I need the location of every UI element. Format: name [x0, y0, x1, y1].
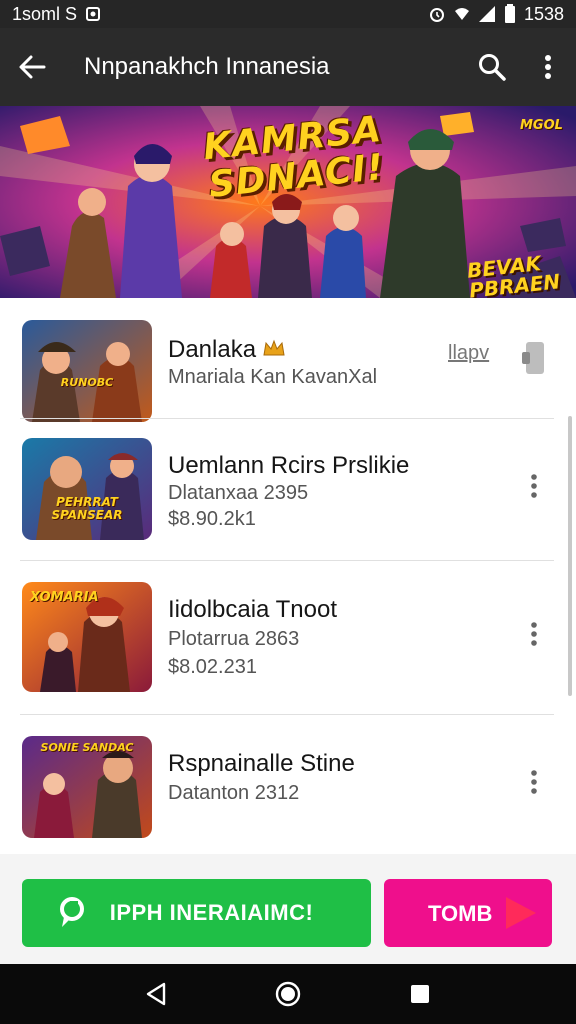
thumbnail-text: RUNOBC — [60, 376, 114, 389]
divider — [20, 418, 554, 419]
wifi-icon — [454, 6, 470, 22]
search-button[interactable] — [464, 28, 520, 106]
nav-recents-button[interactable] — [390, 964, 450, 1024]
game-name: Danlaka — [168, 336, 285, 364]
game-subtitle: Plotarrua 2863 — [168, 628, 300, 650]
more-vert-icon — [545, 55, 551, 79]
list-item[interactable]: PEHRRAT SPANSEAR Uemlann Rcirs Prslikie … — [0, 438, 576, 540]
app-bar: Nnpanakhch Innanesia — [0, 28, 576, 106]
nav-back-icon — [146, 982, 166, 1006]
game-name: Iidolbcaia Tnoot — [168, 596, 338, 623]
game-thumbnail: SONIE SANDAC — [22, 736, 152, 838]
game-name: Uemlann Rcirs Prslikie — [168, 452, 410, 479]
back-button[interactable] — [0, 28, 64, 106]
status-bar: 1soml S 1538 — [0, 0, 576, 28]
secondary-action-button[interactable]: TOMB — [384, 879, 552, 947]
signal-icon — [478, 5, 496, 23]
scrollbar[interactable] — [568, 416, 572, 696]
nav-recents-icon — [411, 985, 429, 1003]
banner-corner-text: MGOL — [520, 118, 563, 133]
nav-home-icon — [275, 981, 301, 1007]
thumbnail-text: PEHRRAT SPANSEAR — [51, 495, 123, 522]
more-vert-icon — [531, 474, 537, 498]
list-item[interactable]: XOMARIA Iidolbcaia Tnoot Plotarrua 2863 … — [0, 582, 576, 692]
battery-icon — [504, 4, 516, 24]
status-left-text: 1soml S — [12, 3, 78, 24]
nav-home-button[interactable] — [258, 964, 318, 1024]
list-item[interactable]: SONIE SANDAC Rspnainalle Stine Datanton … — [0, 736, 576, 840]
game-name: Rspnainalle Stine — [168, 750, 355, 777]
play-arrow-icon — [500, 893, 540, 938]
game-subtitle: Datanton 2312 — [168, 782, 300, 804]
primary-action-button[interactable]: IPPH INERAIAIMC! — [22, 879, 371, 947]
play-link[interactable]: llapv — [448, 342, 489, 365]
thumbnail-text: SONIE SANDAC — [40, 741, 134, 754]
game-subtitle: Dlatanxaa 2395 — [168, 482, 309, 504]
banner-side-text: BEVAK PBRAEN — [466, 251, 561, 298]
system-nav-bar — [0, 964, 576, 1024]
overflow-menu-button[interactable] — [520, 28, 576, 106]
list-item[interactable]: RUNOBC Danlaka Mnariala Kan KavanXal lla… — [0, 320, 576, 422]
thumbnail-text: XOMARIA — [30, 590, 99, 605]
item-more-button[interactable] — [512, 760, 556, 804]
divider — [20, 714, 554, 715]
action-bar: IPPH INERAIAIMC! TOMB — [0, 854, 576, 964]
device-icon[interactable] — [520, 340, 548, 381]
promo-banner[interactable]: KAMRSA SDNACI! BEVAK PBRAEN MGOL — [0, 106, 576, 298]
item-more-button[interactable] — [512, 464, 556, 508]
divider — [20, 560, 554, 561]
game-thumbnail: PEHRRAT SPANSEAR — [22, 438, 152, 540]
search-icon — [479, 54, 506, 81]
alarm-icon — [428, 5, 446, 23]
more-vert-icon — [531, 622, 537, 646]
status-time: 1538 — [523, 3, 564, 24]
page-title: Nnpanakhch Innanesia — [84, 53, 330, 80]
game-thumbnail: XOMARIA — [22, 582, 152, 692]
crown-icon — [263, 336, 285, 363]
item-more-button[interactable] — [512, 612, 556, 656]
secondary-action-label: TOMB — [428, 901, 493, 926]
more-vert-icon — [531, 770, 537, 794]
primary-action-label: IPPH INERAIAIMC! — [109, 900, 314, 925]
game-list: RUNOBC Danlaka Mnariala Kan KavanXal lla… — [0, 298, 576, 854]
notification-icon — [85, 6, 101, 22]
arrow-left-icon — [19, 55, 46, 79]
game-thumbnail: RUNOBC — [22, 320, 152, 422]
game-price: $8.90.2k1 — [168, 508, 256, 530]
game-subtitle: Mnariala Kan KavanXal — [168, 366, 378, 388]
nav-back-button[interactable] — [126, 964, 186, 1024]
game-price: $8.02.231 — [168, 656, 257, 678]
